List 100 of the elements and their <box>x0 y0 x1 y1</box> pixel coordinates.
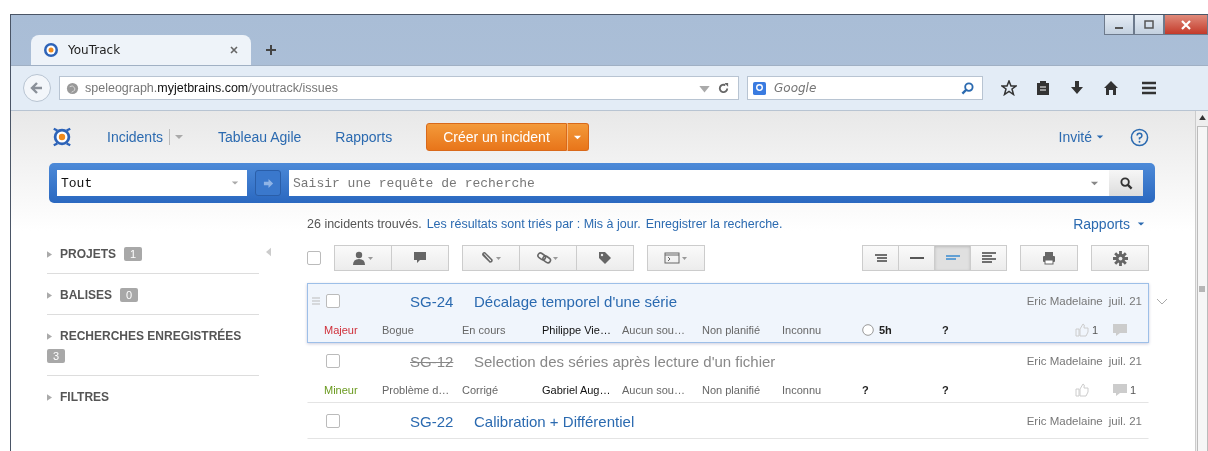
issue-checkbox[interactable] <box>326 294 340 308</box>
issue-row[interactable]: SG-22 Calibration + Différentiel Eric Madelaine juil. 21 <box>307 403 1149 439</box>
issue-id[interactable]: SG-22 <box>410 412 474 430</box>
nav-link[interactable]: Incidents <box>107 129 171 145</box>
print-button[interactable] <box>1020 245 1078 271</box>
sort-link[interactable]: Les résultats sont triés par : Mis à jour. <box>426 217 641 231</box>
issue-checkbox[interactable] <box>326 414 340 428</box>
download-icon[interactable] <box>1069 80 1085 96</box>
star-icon[interactable] <box>1001 80 1017 96</box>
chevron-down-icon[interactable] <box>1156 298 1168 306</box>
context-select[interactable]: Tout <box>57 170 247 196</box>
issue-title[interactable]: Décalage temporel d'une série <box>474 292 677 310</box>
tag-button[interactable] <box>576 245 634 271</box>
issue-title[interactable]: Selection des séries après lecture d'un fichier <box>474 352 776 370</box>
issue-row[interactable]: SG-12 Selection des séries après lecture d'un fichier Eric Madelaine juil. 21 Mineur Problème d… Corrigé Gabriel Aug… Aucun sou… Non planifié Inconnu ? ? 1 <box>307 343 1149 403</box>
home-icon[interactable] <box>1103 80 1119 96</box>
nav-link[interactable]: Tableau Agile <box>218 129 302 145</box>
thumbs-up-icon[interactable] <box>1075 323 1089 337</box>
view-mode-button[interactable] <box>862 245 899 271</box>
settings-button[interactable] <box>1091 245 1149 271</box>
issue-field[interactable]: Inconnu <box>782 384 862 396</box>
issue-field[interactable]: Aucun sou… <box>622 324 702 336</box>
issue-date: juil. 21 <box>1108 295 1142 307</box>
issue-id[interactable]: SG-24 <box>410 292 474 310</box>
query-box[interactable]: Saisir une requête de recherche <box>289 170 1109 196</box>
search-button[interactable] <box>1109 170 1143 196</box>
view-mode-button[interactable] <box>898 245 935 271</box>
expand-icon[interactable] <box>47 291 52 299</box>
sidebar-section[interactable]: PROJETS <box>60 247 116 261</box>
estimation-field[interactable]: 5h <box>879 324 892 336</box>
printer-icon <box>1042 251 1056 265</box>
issue-field[interactable]: Bogue <box>382 324 462 336</box>
expand-icon[interactable] <box>47 393 52 401</box>
issue-date: juil. 21 <box>1108 355 1142 367</box>
issue-field[interactable]: Inconnu <box>782 324 862 336</box>
issue-id[interactable]: SG-12 <box>410 352 474 370</box>
view-mode-button[interactable] <box>970 245 1007 271</box>
reload-icon[interactable] <box>717 81 730 95</box>
spent-time-field[interactable]: ? <box>942 324 1022 336</box>
spent-time-field[interactable]: ? <box>942 384 1022 396</box>
link-icon <box>537 251 559 265</box>
assign-button[interactable] <box>334 245 392 271</box>
clipboard-icon[interactable] <box>1035 80 1051 96</box>
maximize-button[interactable] <box>1134 15 1164 35</box>
lines-icon <box>872 252 889 264</box>
go-button[interactable] <box>255 170 281 196</box>
result-count: 26 incidents trouvés. <box>307 217 422 231</box>
address-bar[interactable]: speleograph.myjetbrains.com/youtrack/issues <box>59 76 739 100</box>
issue-field[interactable]: Gabriel Aug… <box>542 384 622 396</box>
close-button[interactable] <box>1164 15 1208 35</box>
new-tab-icon[interactable] <box>265 44 277 56</box>
issue-field[interactable]: Problème d… <box>382 384 462 396</box>
menu-icon[interactable] <box>1141 80 1157 96</box>
expand-icon[interactable] <box>47 332 52 340</box>
issue-field[interactable]: Non planifié <box>702 384 782 396</box>
priority-field[interactable]: Majeur <box>308 324 382 336</box>
expand-icon[interactable] <box>47 250 52 258</box>
sidebar-section[interactable]: FILTRES <box>60 390 110 404</box>
close-icon <box>1180 18 1192 31</box>
save-search-link[interactable]: Enregistrer la recherche. <box>645 217 783 231</box>
thumbs-up-icon[interactable] <box>1075 383 1089 397</box>
link-button[interactable] <box>519 245 577 271</box>
issue-field[interactable]: Non planifié <box>702 324 782 336</box>
issue-field[interactable]: Philippe Vie… <box>542 324 622 336</box>
priority-field[interactable]: Mineur <box>308 384 382 396</box>
close-icon[interactable] <box>229 45 239 55</box>
issue-date: juil. 21 <box>1108 415 1142 427</box>
estimation-field[interactable]: ? <box>862 384 869 396</box>
reports-menu[interactable]: Rapports <box>1073 216 1130 232</box>
maximize-icon <box>1143 18 1155 31</box>
drag-handle-icon[interactable] <box>312 297 320 305</box>
issue-field[interactable]: Aucun sou… <box>622 384 702 396</box>
issue-title[interactable]: Calibration + Différentiel <box>474 412 635 430</box>
gear-icon <box>1112 250 1128 266</box>
attach-button[interactable] <box>462 245 520 271</box>
logo-icon <box>43 42 59 58</box>
nav-link[interactable]: Rapports <box>335 129 393 145</box>
browser-tab[interactable]: YouTrack <box>31 35 251 65</box>
search-engine-icon[interactable] <box>753 81 766 95</box>
minimize-button[interactable] <box>1104 15 1134 35</box>
issue-field[interactable]: Corrigé <box>462 384 542 396</box>
sidebar-section[interactable]: RECHERCHES ENREGISTRÉES <box>60 329 242 343</box>
issue-field[interactable]: En cours <box>462 324 542 336</box>
scroll-up-icon[interactable] <box>1198 115 1206 120</box>
caret-icon[interactable] <box>1137 220 1145 228</box>
back-button[interactable] <box>23 74 51 102</box>
logo-icon[interactable] <box>51 126 73 148</box>
sidebar-section[interactable]: BALISES <box>60 288 112 302</box>
caret-icon[interactable] <box>1096 133 1104 141</box>
command-button[interactable] <box>647 245 705 271</box>
select-all-checkbox[interactable] <box>307 251 321 265</box>
comment-button[interactable] <box>391 245 449 271</box>
help-icon[interactable] <box>1130 127 1149 147</box>
scrollbar[interactable] <box>1195 111 1208 451</box>
search-icon[interactable] <box>961 81 974 95</box>
issue-checkbox[interactable] <box>326 354 340 368</box>
count-badge: 0 <box>120 288 139 302</box>
console-icon <box>664 251 688 265</box>
search-box[interactable]: Google <box>747 76 983 100</box>
user-menu[interactable]: Invité <box>1058 129 1092 145</box>
